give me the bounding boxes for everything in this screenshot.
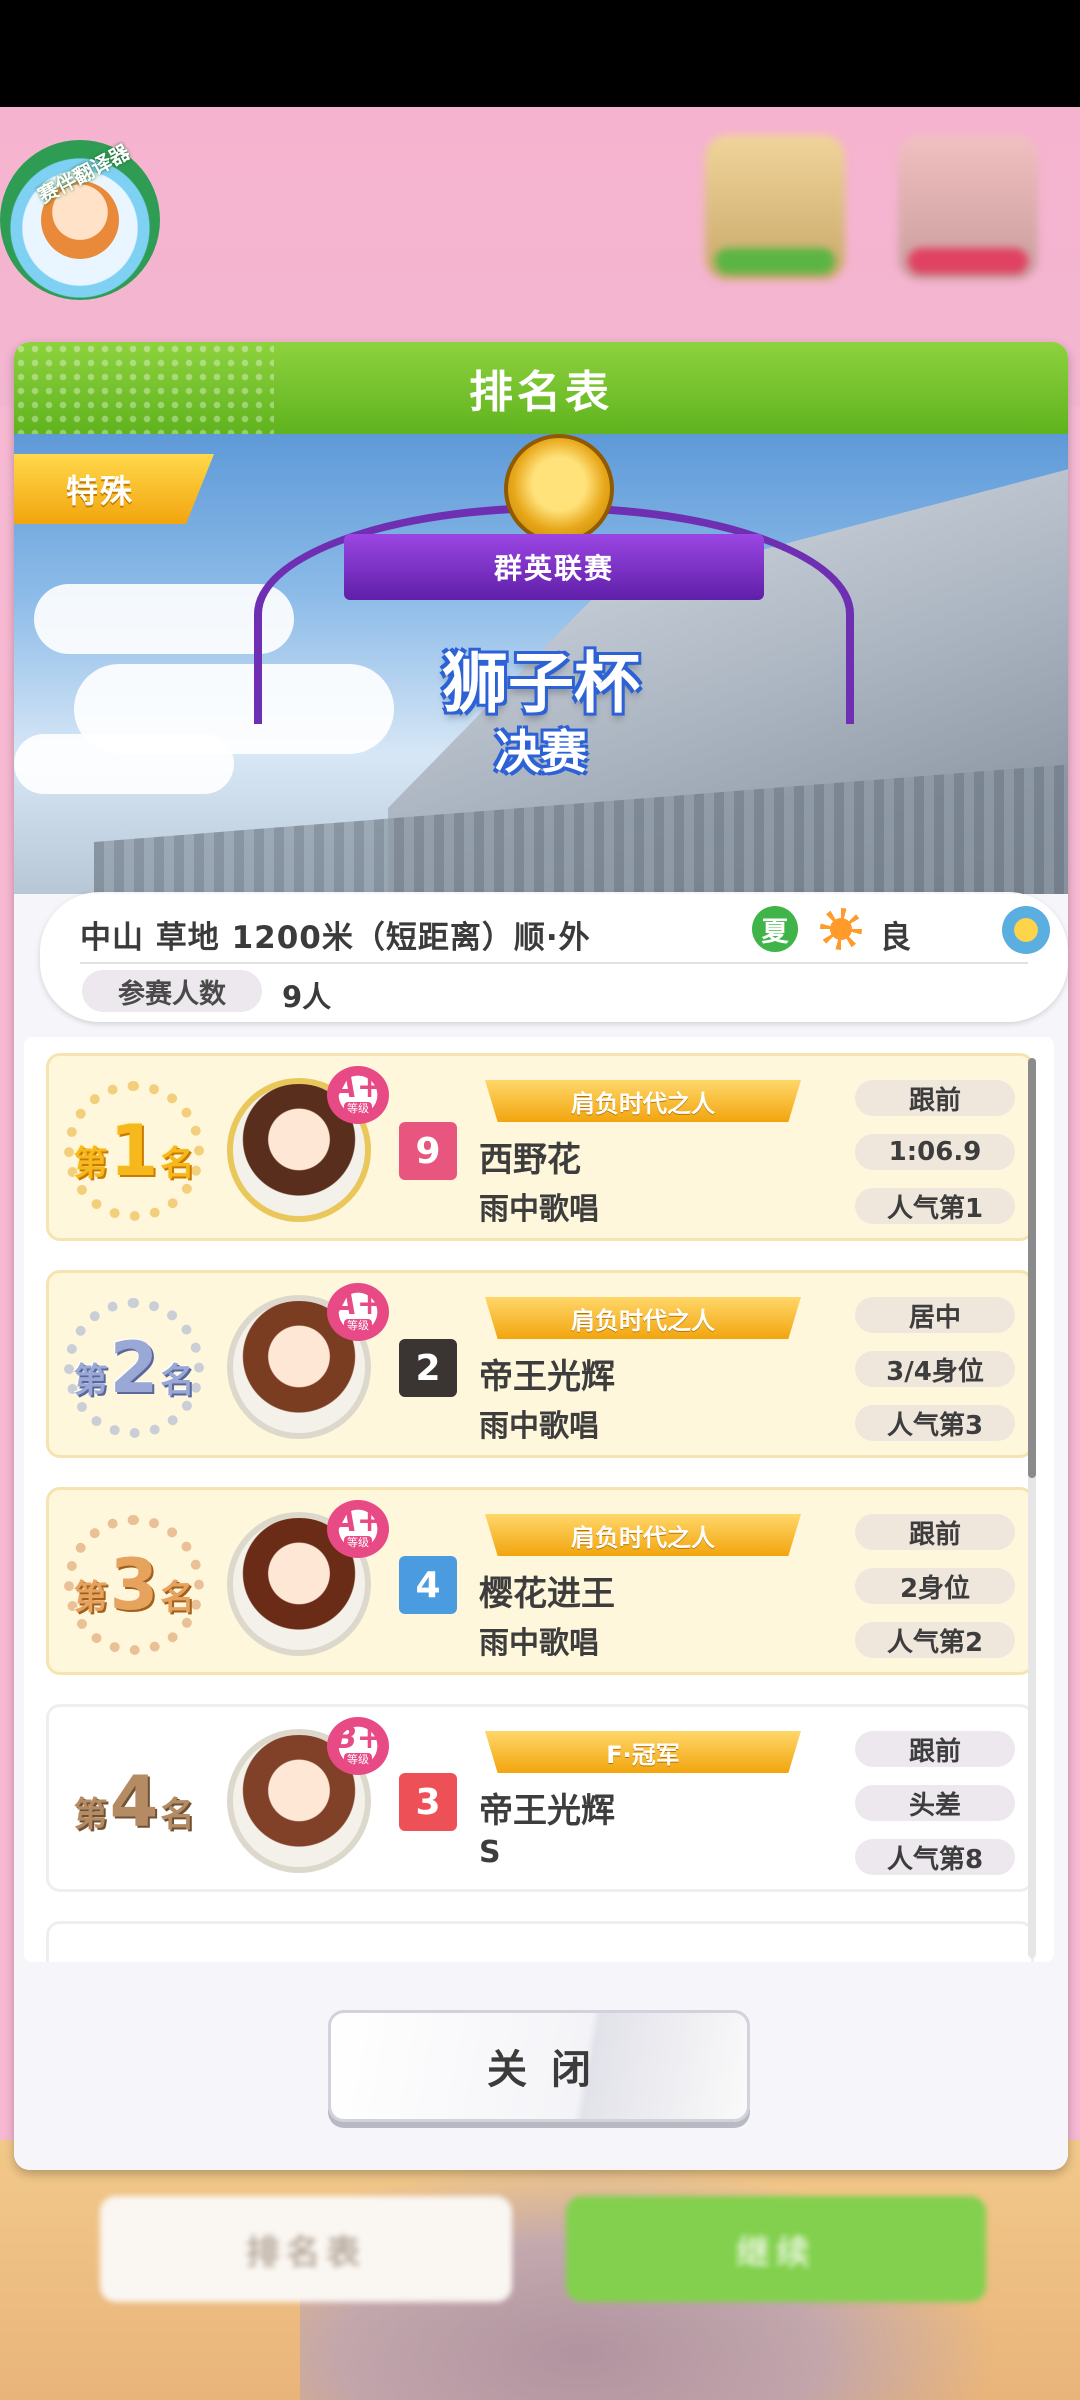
grade-badge: A+ 等级: [327, 1066, 389, 1124]
finish-margin: 2身位: [855, 1568, 1015, 1604]
lion-emblem-icon: [504, 434, 614, 544]
result-row[interactable]: 第2名 A+ 等级 2 肩负时代之人 帝王光辉 雨中歌唱 居中 3/4身位 人气第…: [46, 1270, 1034, 1458]
race-name: 狮子杯: [442, 645, 640, 722]
popularity-rank: 人气第2: [855, 1622, 1015, 1658]
entrants-label: 参赛人数: [82, 970, 262, 1012]
running-style: 跟前: [855, 1731, 1015, 1767]
grade-badge: B+ 等级: [327, 1717, 389, 1775]
horse-name: 樱花进王: [479, 1574, 615, 1614]
weather-sunny-icon: [1002, 906, 1050, 954]
ranking-dialog: 排名表 特殊 群英联赛 狮子杯 决赛 中山 草地 1200米（短距离）顺·外 夏…: [14, 342, 1068, 2170]
horse-name: 帝王光辉: [479, 1791, 615, 1831]
close-button[interactable]: 关闭: [328, 2010, 750, 2122]
series-name: 群英联赛: [493, 552, 614, 585]
special-tag: 特殊: [14, 454, 214, 524]
title-banner: F·冠军: [485, 1731, 801, 1773]
result-row[interactable]: 第4名 B+ 等级 3 F·冠军 帝王光辉 S 跟前 头差 人气第8: [46, 1704, 1034, 1892]
scrollbar-thumb[interactable]: [1028, 1058, 1036, 1478]
series-ribbon: 群英联赛: [344, 534, 764, 600]
trainer-name: S: [479, 1835, 501, 1870]
blurred-menu-icon: [898, 135, 1038, 280]
popularity-rank: 人气第3: [855, 1405, 1015, 1441]
result-row-partial[interactable]: [46, 1921, 1034, 1962]
dialog-header: 排名表: [14, 342, 1068, 434]
ground-condition: 良: [880, 920, 911, 956]
grade-badge: A+ 等级: [327, 1500, 389, 1558]
title-banner: 肩负时代之人: [485, 1297, 801, 1339]
race-stage: 决赛: [495, 725, 587, 779]
popularity-rank: 人气第8: [855, 1839, 1015, 1875]
finish-margin: 3/4身位: [855, 1351, 1015, 1387]
sun-icon: [820, 908, 862, 950]
trainer-name: 雨中歌唱: [479, 1192, 599, 1227]
title-banner: 肩负时代之人: [485, 1080, 801, 1122]
close-button-label: 关闭: [487, 2047, 615, 2093]
event-translator-badge[interactable]: 赛伴翻译器: [0, 140, 160, 300]
entrants-count: 9人: [282, 980, 332, 1014]
gate-number: 2: [399, 1339, 457, 1397]
running-style: 跟前: [855, 1514, 1015, 1550]
race-banner: 特殊 群英联赛 狮子杯 决赛: [14, 434, 1068, 894]
popularity-rank: 人气第1: [855, 1188, 1015, 1224]
trainer-name: 雨中歌唱: [479, 1409, 599, 1444]
running-style: 跟前: [855, 1080, 1015, 1116]
horse-name: 帝王光辉: [479, 1357, 615, 1397]
background-next-button: 继续: [566, 2196, 986, 2302]
trainer-name: 雨中歌唱: [479, 1626, 599, 1661]
gate-number: 4: [399, 1556, 457, 1614]
finish-time: 1:06.9: [855, 1134, 1015, 1170]
season-badge: 夏: [752, 906, 798, 952]
dialog-title: 排名表: [469, 367, 613, 418]
gate-number: 9: [399, 1122, 457, 1180]
status-bar: [0, 0, 1080, 107]
place-medal: 第3名: [59, 1510, 209, 1660]
result-row[interactable]: 第1名 A+ 等级 9 肩负时代之人 西野花 雨中歌唱 跟前 1:06.9 人气第…: [46, 1053, 1034, 1241]
running-style: 居中: [855, 1297, 1015, 1333]
grade-badge: A+ 等级: [327, 1283, 389, 1341]
place-medal: 第4名: [73, 1761, 195, 1843]
horse-name: 西野花: [479, 1140, 581, 1180]
place-medal: 第1名: [59, 1076, 209, 1226]
finish-margin: 头差: [855, 1785, 1015, 1821]
place-medal: 第2名: [59, 1293, 209, 1443]
blurred-menu-icon: [705, 135, 845, 280]
background-ranking-button: 排名表: [100, 2196, 512, 2302]
race-info-card: 中山 草地 1200米（短距离）顺·外 夏 良 参赛人数 9人: [40, 892, 1068, 1022]
gate-number: 3: [399, 1773, 457, 1831]
title-banner: 肩负时代之人: [485, 1514, 801, 1556]
course-info: 中山 草地 1200米（短距离）顺·外: [80, 920, 591, 956]
result-row[interactable]: 第3名 A+ 等级 4 肩负时代之人 樱花进王 雨中歌唱 跟前 2身位 人气第2: [46, 1487, 1034, 1675]
results-scrollbar[interactable]: [1028, 1058, 1036, 1958]
results-list[interactable]: 第1名 A+ 等级 9 肩负时代之人 西野花 雨中歌唱 跟前 1:06.9 人气第…: [24, 1037, 1054, 1962]
